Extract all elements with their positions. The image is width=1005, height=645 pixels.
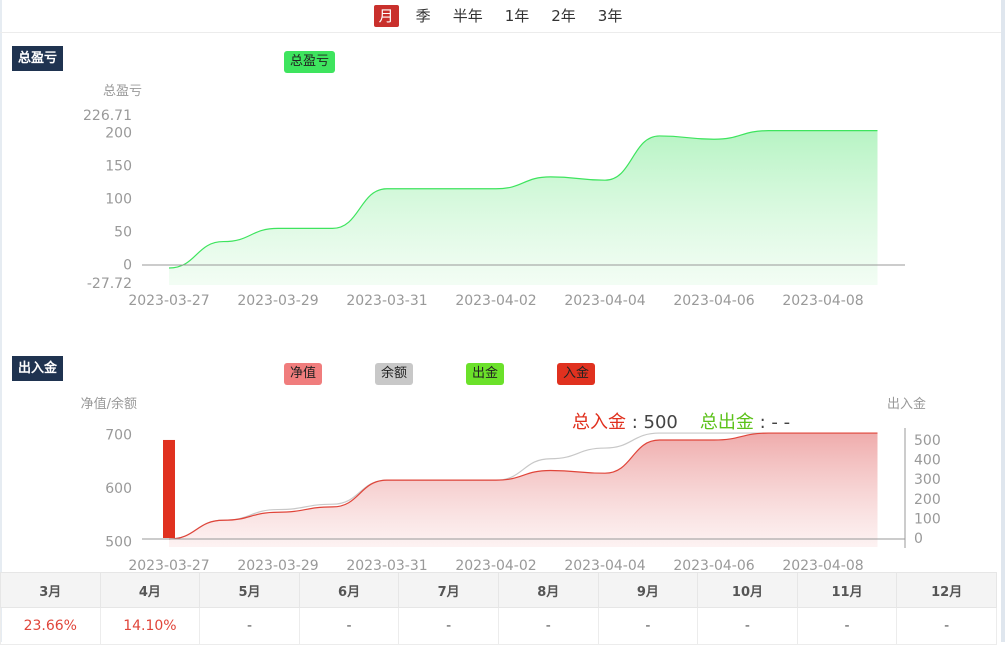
period-1year-button[interactable]: 1年	[500, 5, 535, 27]
pnl-y-tick: 226.71	[83, 108, 132, 124]
pnl-x-tick: 2023-03-27	[128, 293, 209, 309]
flow-x-tick: 2023-04-02	[455, 558, 536, 572]
legend-net-value[interactable]: 净值	[284, 363, 323, 385]
month-return-cell: -	[398, 607, 499, 645]
month-header: 9月	[597, 572, 699, 608]
legend-balance[interactable]: 余额	[375, 363, 414, 385]
month-return-cell: -	[298, 607, 400, 645]
month-header: 6月	[298, 572, 400, 608]
month-return-cell: -	[199, 607, 300, 645]
month-return-cell: 23.66%	[0, 607, 101, 645]
months-value-row: 23.66% 14.10% - - - - - - - -	[0, 607, 997, 645]
period-halfyear-button[interactable]: 半年	[448, 5, 488, 27]
pnl-chart: 总盈亏 226.71 200 150 100 50 0 -27.72 2023-03-27 2…	[83, 84, 905, 309]
monthly-returns-table: 3月 4月 5月 6月 7月 8月 9月 10月 11月 12月 23.66% …	[0, 572, 997, 645]
pnl-y-tick: 200	[105, 126, 132, 142]
pnl-x-tick: 2023-03-31	[346, 293, 427, 309]
pnl-section-tag: 总盈亏	[12, 46, 64, 71]
flow-left-y-tick: 500	[105, 535, 132, 551]
pnl-legend-item[interactable]: 总盈亏	[284, 51, 336, 73]
months-header-row: 3月 4月 5月 6月 7月 8月 9月 10月 11月 12月	[0, 572, 997, 608]
pnl-x-tick: 2023-04-08	[782, 293, 863, 309]
legend-withdrawal[interactable]: 出金	[466, 363, 505, 385]
flow-x-tick: 2023-04-08	[782, 558, 863, 572]
flow-right-axis-label: 出入金	[887, 396, 926, 412]
pnl-y-tick: -27.72	[87, 276, 132, 292]
flow-right-y-tick: 500	[914, 433, 941, 449]
month-header: 3月	[0, 572, 101, 608]
month-header: 10月	[697, 572, 798, 608]
flow-right-y-tick: 300	[914, 472, 941, 488]
flow-right-y-tick: 200	[914, 492, 941, 508]
period-selector: 月 季 半年 1年 2年 3年	[0, 0, 1001, 33]
pnl-y-axis-label: 总盈亏	[103, 84, 142, 99]
month-header: 11月	[796, 572, 898, 608]
pnl-area	[169, 130, 878, 285]
flow-right-y-tick: 100	[914, 511, 941, 527]
flow-x-tick: 2023-03-31	[346, 558, 427, 572]
month-return-cell: -	[597, 607, 699, 645]
flow-x-tick: 2023-03-27	[128, 558, 209, 572]
period-month-button[interactable]: 月	[373, 5, 399, 27]
month-header: 5月	[199, 572, 300, 608]
flow-left-y-tick: 600	[105, 481, 132, 497]
pnl-x-tick: 2023-04-02	[455, 293, 536, 309]
flow-right-y-tick: 0	[914, 531, 923, 547]
flow-left-y-tick: 700	[105, 428, 132, 444]
month-header: 4月	[99, 572, 201, 608]
flow-section-tag: 出入金	[12, 356, 64, 381]
month-return-cell: -	[896, 607, 997, 645]
deposit-bar	[163, 439, 175, 538]
period-2year-button[interactable]: 2年	[546, 5, 581, 27]
month-header: 8月	[497, 572, 599, 608]
pnl-y-tick: 100	[105, 192, 132, 208]
pnl-x-tick: 2023-04-04	[564, 293, 645, 309]
pnl-y-tick: 150	[105, 159, 132, 175]
flow-right-y-tick: 400	[914, 453, 941, 469]
month-return-cell: -	[697, 607, 798, 645]
month-return-cell: -	[796, 607, 898, 645]
month-return-cell: 14.10%	[99, 607, 201, 645]
flow-left-axis-label: 净值/余额	[81, 396, 137, 412]
pnl-y-tick: 0	[123, 258, 132, 274]
flow-x-tick: 2023-04-06	[673, 558, 754, 572]
period-3year-button[interactable]: 3年	[593, 5, 628, 27]
pnl-x-tick: 2023-04-06	[673, 293, 754, 309]
pnl-y-tick: 50	[114, 225, 132, 241]
flow-x-tick: 2023-03-29	[237, 558, 318, 572]
pnl-x-tick: 2023-03-29	[237, 293, 318, 309]
flow-x-tick: 2023-04-04	[564, 558, 645, 572]
flow-chart: 净值/余额 出入金 700 600 500 500 400 300 200 100 0 202…	[81, 396, 941, 572]
month-header: 12月	[896, 572, 997, 608]
month-header: 7月	[398, 572, 499, 608]
period-quarter-button[interactable]: 季	[411, 5, 436, 27]
legend-deposit[interactable]: 入金	[557, 363, 596, 385]
month-return-cell: -	[497, 607, 599, 645]
right-scroll-edge	[1001, 0, 1005, 642]
net-value-area	[169, 433, 878, 547]
